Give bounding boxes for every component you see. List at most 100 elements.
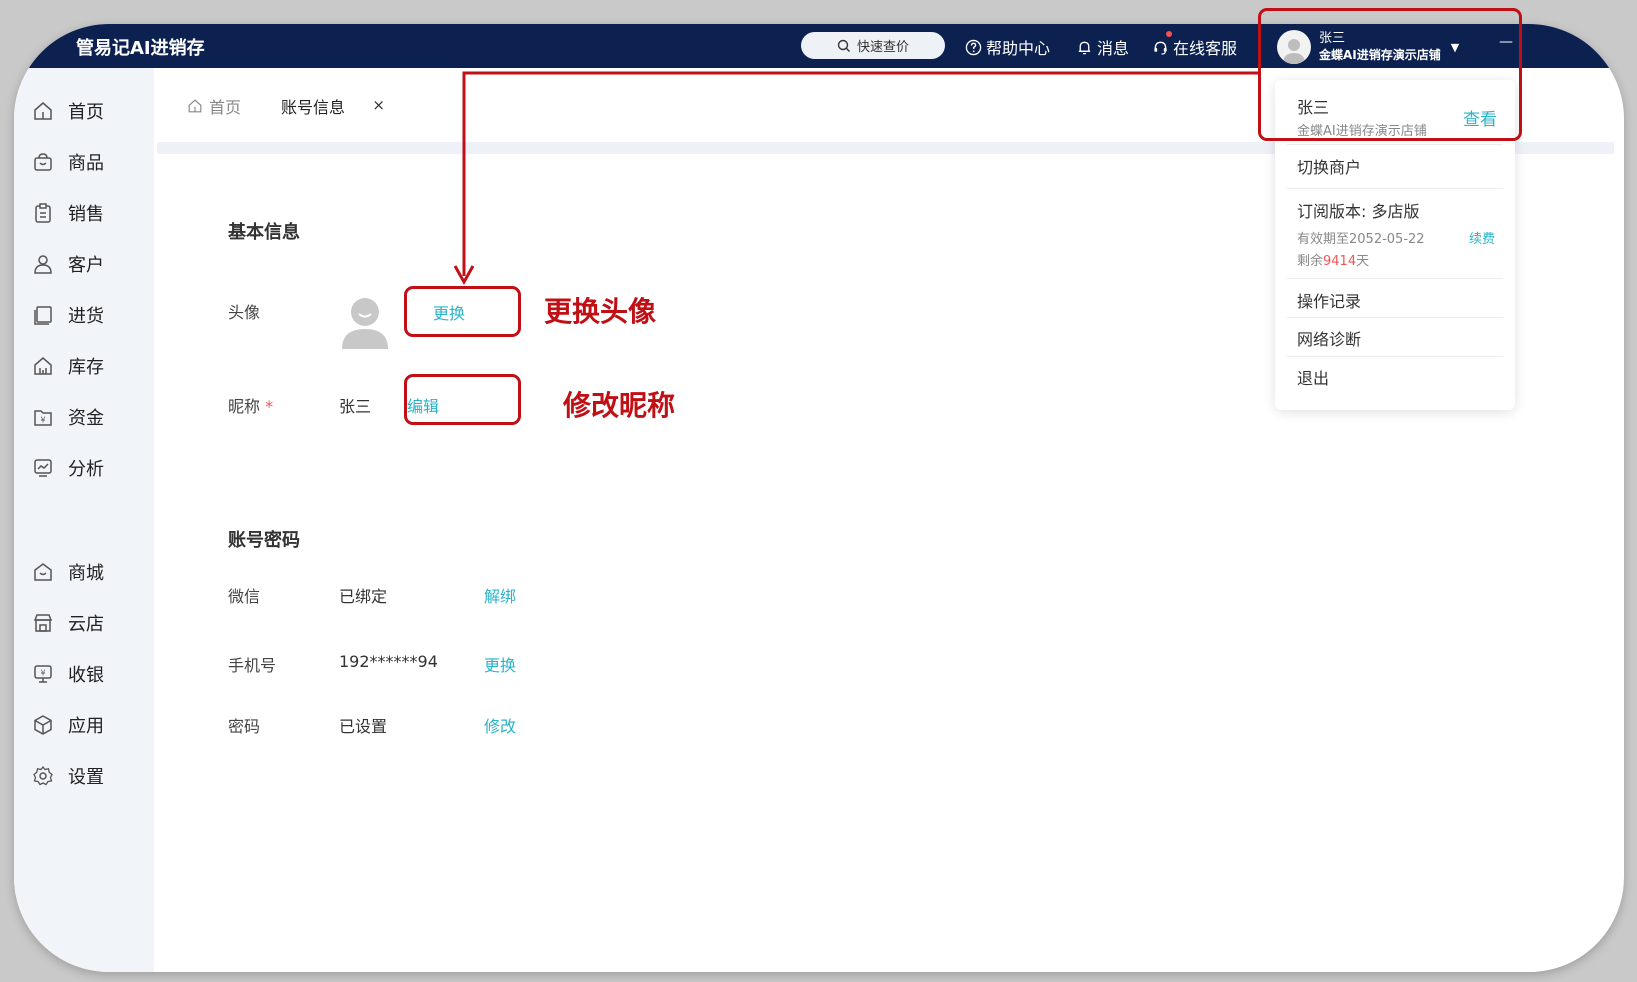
home-icon [188,99,202,113]
switch-merchant-item[interactable]: 切换商户 [1297,154,1361,178]
cashier-icon: ¥ [34,665,52,683]
search-icon [837,39,850,52]
warehouse-icon [34,357,52,375]
change-password-link[interactable]: 修改 [484,713,516,737]
user-menu-highlight-box [1258,8,1522,141]
edit-nickname-highlight-box [404,374,521,425]
close-icon[interactable]: × [372,96,385,114]
online-support-link[interactable]: 在线客服 [1152,35,1237,59]
phone-value: 192******94 [339,652,438,671]
divider [1287,317,1503,318]
tab-account-info[interactable]: 账号信息 × [267,84,399,128]
sidebar-item-label: 收银 [68,665,104,686]
wechat-status: 已绑定 [339,587,388,606]
valid-until: 有效期至2052-05-22 [1297,232,1425,247]
annotation-edit-nickname: 修改昵称 [563,389,676,422]
sidebar-item-apps[interactable]: 应用 [32,712,104,738]
wechat-label: 微信 [228,587,261,606]
sidebar-item-inventory[interactable]: 库存 [32,353,104,379]
sidebar-item-label: 云店 [68,614,104,635]
sidebar-item-label: 销售 [68,204,104,225]
divider [1287,278,1503,279]
headset-icon [1154,41,1167,55]
messages-label: 消息 [1097,39,1130,58]
tab-home[interactable]: 首页 [187,84,241,128]
sidebar: 首页 商品 销售 客户 进货 库存 ¥ 资金 分析 商城 云店 ¥ 收银 应用 … [14,68,154,972]
tab-account-info-label: 账号信息 [281,98,346,117]
app-window: 管易记AI进销存 快速查价 帮助中心 消息 在线客服 张三 金蝶AI进销存演示店… [14,24,1624,972]
app-logo: 管易记AI进销存 [76,38,205,59]
quick-price-label: 快速查价 [856,40,909,55]
account-password-title: 账号密码 [228,530,300,551]
required-mark: * [265,397,274,416]
sidebar-item-cloud-store[interactable]: 云店 [32,610,104,636]
sidebar-item-home[interactable]: 首页 [32,98,104,124]
network-diagnosis-item[interactable]: 网络诊断 [1297,326,1361,350]
sidebar-item-funds[interactable]: ¥ 资金 [32,404,104,430]
sidebar-item-purchase[interactable]: 进货 [32,302,104,328]
basic-info-title: 基本信息 [228,222,300,243]
tab-home-label: 首页 [209,98,242,117]
app-icon [34,715,52,735]
remaining-days-value: 9414 [1323,254,1357,269]
sidebar-item-label: 分析 [68,459,104,480]
help-icon [965,39,982,55]
renew-link[interactable]: 续费 [1469,228,1495,247]
sidebar-item-label: 商城 [68,563,104,584]
remaining-prefix: 剩余 [1297,254,1324,269]
user-icon [34,255,52,274]
online-support-label: 在线客服 [1173,39,1238,58]
sidebar-item-settings[interactable]: 设置 [32,763,104,789]
svg-text:¥: ¥ [40,669,45,678]
sidebar-item-analysis[interactable]: 分析 [32,455,104,481]
password-status: 已设置 [339,717,388,736]
gear-icon [33,765,53,786]
nickname-value: 张三 [339,397,372,416]
annotation-change-avatar: 更换头像 [544,295,657,328]
divider [1287,356,1503,357]
sidebar-item-cashier[interactable]: ¥ 收银 [32,661,104,687]
sidebar-item-label: 商品 [68,153,104,174]
sidebar-item-products[interactable]: 商品 [32,149,104,175]
purchase-icon [34,306,52,325]
logout-item[interactable]: 退出 [1297,365,1329,389]
remaining-suffix: 天 [1356,254,1370,269]
change-avatar-highlight-box [404,286,521,337]
sidebar-item-label: 设置 [68,767,104,788]
chart-icon [34,459,52,477]
home-icon [34,102,52,120]
clipboard-icon [35,203,51,223]
operation-log-item[interactable]: 操作记录 [1297,288,1361,312]
sidebar-item-label: 客户 [68,255,104,276]
remaining-days: 剩余9414天 [1297,250,1369,269]
change-phone-link[interactable]: 更换 [484,652,516,676]
store-icon [33,614,53,632]
nickname-label-text: 昵称 [228,397,261,416]
password-label: 密码 [228,717,261,736]
bag-icon [34,153,52,171]
quick-price-search-button[interactable]: 快速查价 [801,32,945,59]
divider [1287,144,1503,145]
bell-icon [1078,41,1091,54]
sidebar-item-label: 资金 [68,408,104,429]
unbind-wechat-link[interactable]: 解绑 [484,583,516,607]
sidebar-item-label: 首页 [68,102,104,123]
phone-label: 手机号 [228,656,277,675]
profile-avatar [342,298,388,349]
wallet-icon: ¥ [34,410,52,426]
avatar-label: 头像 [228,303,261,322]
sidebar-item-label: 进货 [68,306,104,327]
help-center-label: 帮助中心 [986,39,1051,58]
svg-text:¥: ¥ [40,416,45,425]
sidebar-item-customers[interactable]: 客户 [32,251,104,277]
sidebar-item-label: 应用 [68,716,104,737]
sidebar-item-mall[interactable]: 商城 [32,559,104,585]
mall-icon [34,563,52,581]
subscription-info: 订阅版本: 多店版 [1297,202,1420,221]
help-center-link[interactable]: 帮助中心 [965,35,1050,59]
divider [1287,188,1503,189]
nickname-label: 昵称 * [228,393,273,417]
sidebar-item-label: 库存 [68,357,104,378]
messages-link[interactable]: 消息 [1076,35,1129,59]
sidebar-item-sales[interactable]: 销售 [32,200,104,226]
